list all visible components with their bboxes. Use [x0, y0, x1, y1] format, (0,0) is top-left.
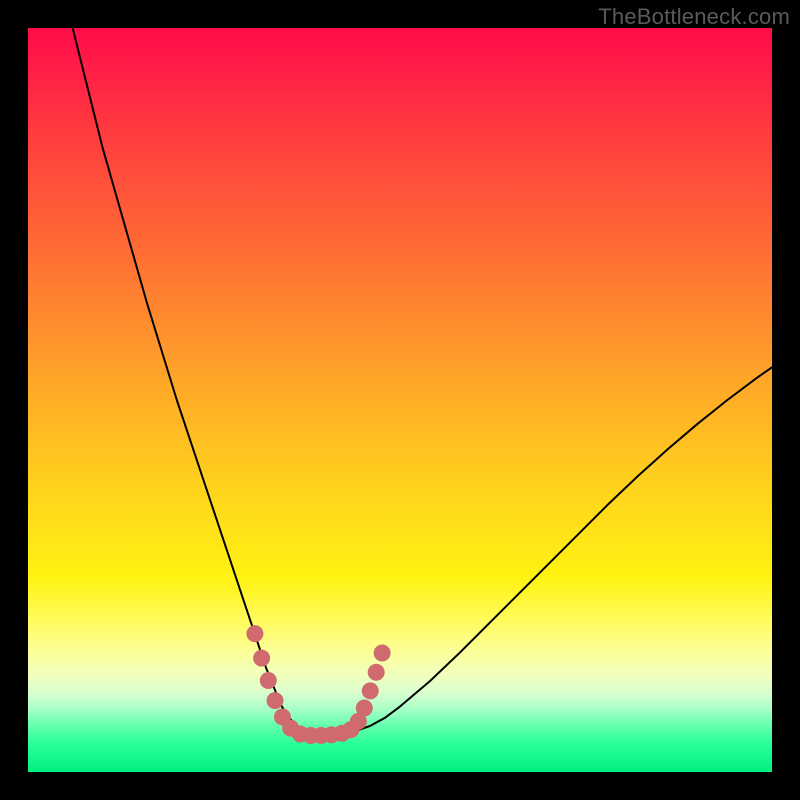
- marker-dot: [260, 672, 277, 689]
- plot-area: [28, 28, 772, 772]
- chart-frame: TheBottleneck.com: [0, 0, 800, 800]
- marker-dots: [28, 28, 772, 772]
- marker-dot: [368, 664, 385, 681]
- marker-dot: [267, 692, 284, 709]
- marker-dot: [356, 700, 373, 717]
- marker-dot: [374, 644, 391, 661]
- marker-dot: [246, 625, 263, 642]
- watermark-text: TheBottleneck.com: [598, 4, 790, 30]
- marker-dot: [253, 650, 270, 667]
- marker-dot: [362, 682, 379, 699]
